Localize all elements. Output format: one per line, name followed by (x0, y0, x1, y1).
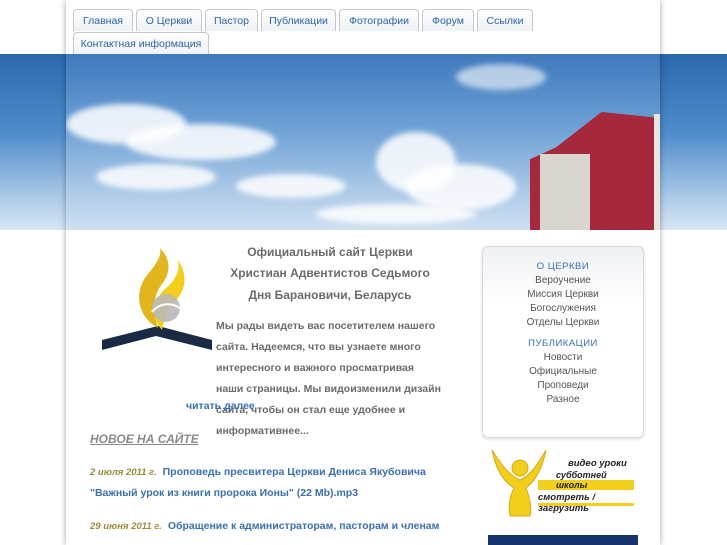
tab-publications[interactable]: Публикации (261, 9, 336, 31)
video-banner-line-2: субботней школы (556, 470, 607, 490)
tab-contacts[interactable]: Контактная информация (73, 32, 209, 54)
sidebar-item-services[interactable]: Богослужения (483, 303, 643, 314)
news-item: 2 июля 2011 г. Проповедь пресвитера Церкв… (90, 462, 452, 504)
news-date: 2 июля 2011 г. (90, 467, 157, 478)
intro-paragraph: Мы рады видеть вас посетителем нашего са… (90, 316, 442, 442)
tab-photos[interactable]: Фотографии (339, 9, 419, 31)
sidebar-item-sermons[interactable]: Проповеди (483, 380, 643, 391)
sidebar-heading-publications: ПУБЛИКАЦИИ (528, 338, 598, 349)
tab-pastor[interactable]: Пастор (205, 9, 258, 31)
read-more-link[interactable]: читать далее (186, 400, 255, 412)
news-link[interactable]: Обращение к администраторам, пасторам и … (168, 520, 440, 532)
intro-text: Мы рады видеть вас посетителем нашего са… (216, 320, 441, 437)
sidebar-heading-about: О ЦЕРКВИ (536, 261, 590, 272)
tab-forum[interactable]: Форум (422, 9, 474, 31)
video-banner-watch-link[interactable]: смотреть / загрузить (538, 492, 638, 514)
header-photo (66, 54, 660, 230)
tab-about-church[interactable]: О Церкви (136, 9, 202, 31)
sidebar-item-mission[interactable]: Миссия Церкви (483, 289, 643, 300)
radio-banner[interactable] (488, 535, 638, 545)
page-title-line-2: Христиан Адвентистов Седьмого (230, 266, 430, 280)
tab-links[interactable]: Ссылки (477, 9, 533, 31)
page-title-line-3: Дня Барановичи, Беларусь (248, 288, 412, 302)
news-date: 29 июня 2011 г. (90, 521, 162, 532)
news-heading: НОВОЕ НА САЙТЕ (90, 432, 199, 446)
video-lessons-banner[interactable]: видео уроки субботней школы смотреть / з… (486, 446, 638, 518)
video-banner-line-1: видео уроки (568, 458, 627, 469)
news-item: 29 июня 2011 г. Обращение к администратор… (90, 516, 452, 537)
sidebar-menu: О ЦЕРКВИ Вероучение Миссия Церкви Богосл… (482, 246, 644, 438)
sidebar-item-beliefs[interactable]: Вероучение (483, 275, 643, 286)
sidebar-item-departments[interactable]: Отделы Церкви (483, 317, 643, 328)
tab-home[interactable]: Главная (73, 9, 133, 31)
sidebar-item-misc[interactable]: Разное (483, 394, 643, 405)
sidebar-item-news[interactable]: Новости (483, 352, 643, 363)
page-column: Главная О Церкви Пастор Публикации Фотог… (66, 0, 660, 545)
page-title-line-1: Официальный сайт Церкви (247, 245, 413, 259)
sidebar-item-official[interactable]: Официальные (483, 366, 643, 377)
